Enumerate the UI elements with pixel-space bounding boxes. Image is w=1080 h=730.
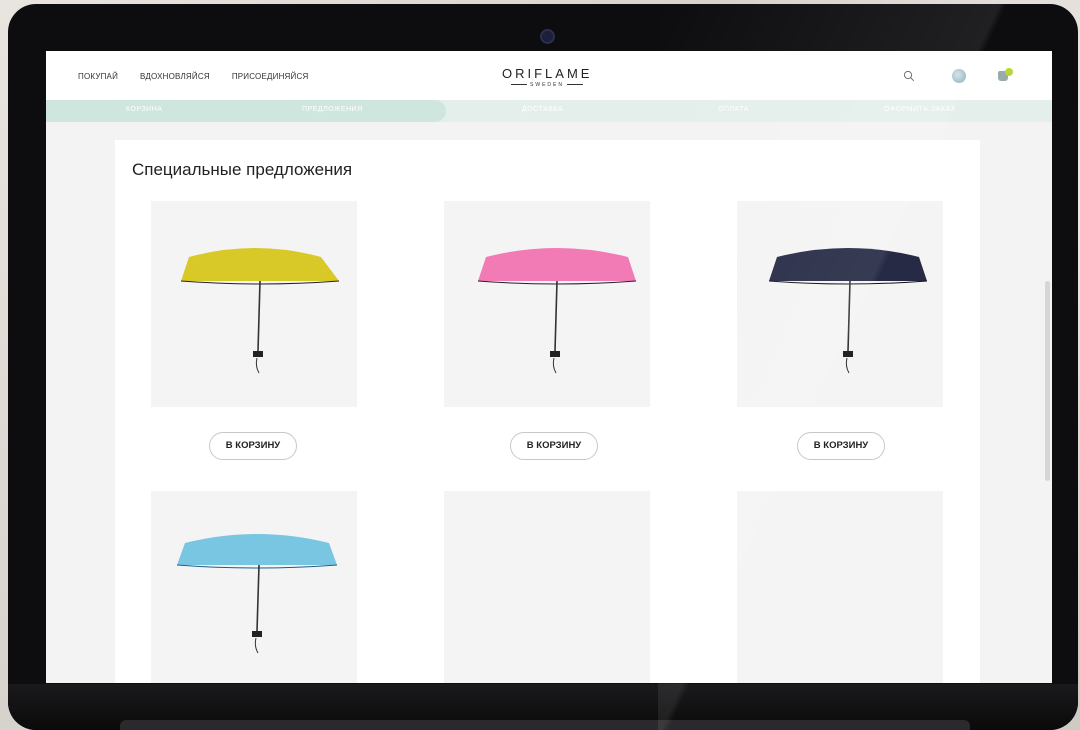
- progress-fill: [46, 100, 446, 122]
- cart-badge: [1005, 68, 1013, 76]
- brand-name: ORIFLAME: [502, 66, 593, 81]
- checkout-progress: КОРЗИНА ПРЕДЛОЖЕНИЯ ДОСТАВКА ОПЛАТА ОФОР…: [46, 100, 1052, 122]
- brand-logo[interactable]: ORIFLAME SWEDEN: [502, 66, 592, 88]
- search-icon[interactable]: [903, 70, 915, 82]
- umbrella-icon: [176, 534, 338, 654]
- product-image[interactable]: [151, 201, 357, 407]
- site-header: ПОКУПАЙ ВДОХНОВЛЯЙСЯ ПРИСОЕДИНЯЙСЯ ORIFL…: [46, 51, 1052, 100]
- product-image-placeholder: [444, 491, 650, 683]
- laptop-notch: [120, 720, 970, 730]
- add-to-cart-button[interactable]: В КОРЗИНУ: [797, 432, 885, 460]
- step-place-order[interactable]: ОФОРМИТЬ ЗАКАЗ: [884, 106, 955, 113]
- step-delivery[interactable]: ДОСТАВКА: [522, 106, 563, 113]
- step-cart[interactable]: КОРЗИНА: [126, 106, 162, 113]
- page-title: Специальные предложения: [132, 160, 353, 179]
- camera: [540, 29, 555, 44]
- nav-shop[interactable]: ПОКУПАЙ: [78, 72, 118, 81]
- nav-inspire[interactable]: ВДОХНОВЛЯЙСЯ: [140, 72, 210, 81]
- laptop-chin: [8, 684, 1078, 730]
- special-offers-panel: Специальные предложения В КОРЗИНУ В КОРЗ…: [115, 140, 980, 683]
- laptop-frame: ПОКУПАЙ ВДОХНОВЛЯЙСЯ ПРИСОЕДИНЯЙСЯ ORIFL…: [8, 4, 1078, 730]
- brand-sub-text: SWEDEN: [530, 82, 564, 88]
- add-to-cart-button[interactable]: В КОРЗИНУ: [209, 432, 297, 460]
- product-image[interactable]: [151, 491, 357, 683]
- product-image[interactable]: [737, 201, 943, 407]
- umbrella-icon: [180, 248, 340, 374]
- umbrella-icon: [768, 248, 928, 374]
- browser-screen: ПОКУПАЙ ВДОХНОВЛЯЙСЯ ПРИСОЕДИНЯЙСЯ ORIFL…: [46, 51, 1052, 683]
- product-image-placeholder: [737, 491, 943, 683]
- umbrella-icon: [477, 248, 637, 374]
- globe-icon[interactable]: [952, 69, 966, 83]
- scrollbar[interactable]: [1045, 281, 1050, 481]
- main-nav: ПОКУПАЙ ВДОХНОВЛЯЙСЯ ПРИСОЕДИНЯЙСЯ: [78, 72, 308, 81]
- add-to-cart-button[interactable]: В КОРЗИНУ: [510, 432, 598, 460]
- step-offers[interactable]: ПРЕДЛОЖЕНИЯ: [302, 106, 363, 113]
- step-payment[interactable]: ОПЛАТА: [718, 106, 749, 113]
- nav-join[interactable]: ПРИСОЕДИНЯЙСЯ: [232, 72, 309, 81]
- product-image[interactable]: [444, 201, 650, 407]
- brand-subtitle: SWEDEN: [502, 82, 592, 88]
